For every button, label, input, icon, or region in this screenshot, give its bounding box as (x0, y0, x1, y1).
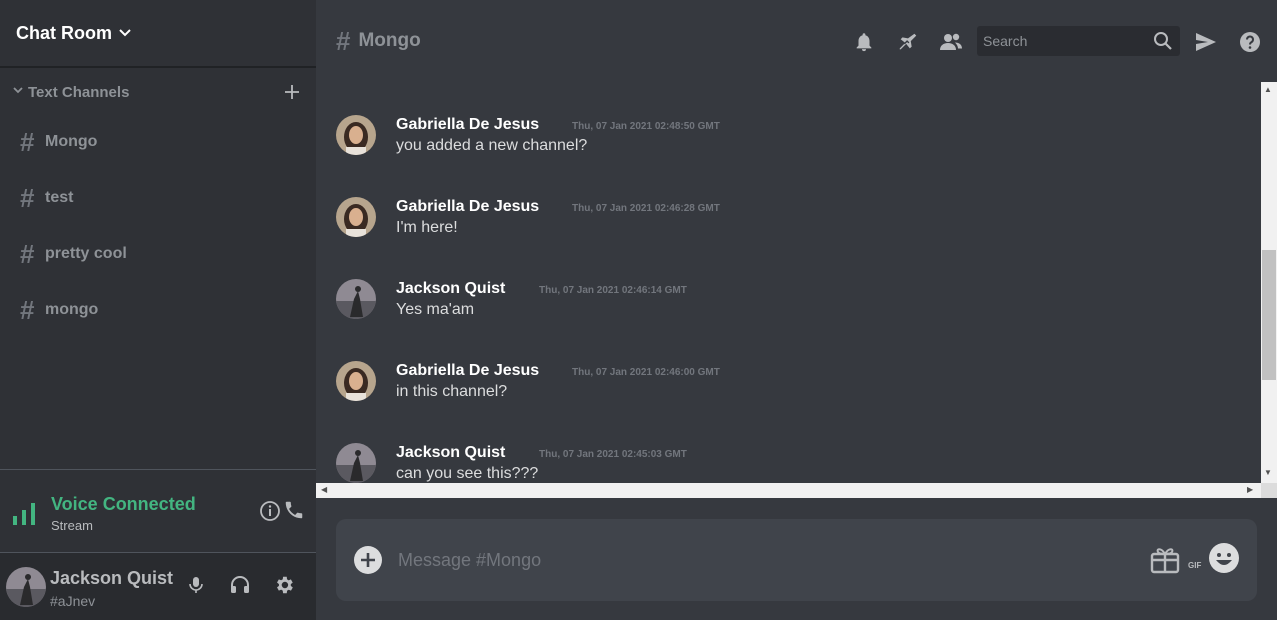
bell-icon[interactable] (851, 29, 877, 55)
gif-button[interactable]: GIF (1188, 561, 1201, 570)
channel-item-mongo-lower[interactable]: # mongo (0, 290, 316, 330)
search-box (977, 26, 1180, 56)
page-title: Mongo (358, 30, 421, 51)
message-author[interactable]: Jackson Quist (396, 280, 505, 298)
message-item: Gabriella De Jesus Thu, 07 Jan 2021 02:4… (336, 115, 1236, 175)
hash-icon: # (336, 26, 351, 56)
category-label: Text Channels (28, 83, 130, 101)
server-header[interactable]: Chat Room (0, 0, 316, 68)
hash-icon: # (20, 127, 35, 157)
help-icon[interactable] (1237, 29, 1263, 55)
message-text: in this channel? (396, 383, 508, 400)
username: Jackson Quist (50, 568, 174, 588)
send-icon[interactable] (1193, 29, 1219, 55)
gear-icon[interactable] (272, 573, 296, 597)
message-list[interactable]: Gabriella De Jesus Thu, 07 Jan 2021 02:4… (316, 82, 1261, 483)
channel-header: # Mongo (316, 0, 1277, 82)
message-timestamp: Thu, 07 Jan 2021 02:46:28 GMT (572, 203, 720, 214)
scroll-right-arrow-icon[interactable]: ▶ (1247, 486, 1253, 494)
message-author[interactable]: Gabriella De Jesus (396, 116, 539, 134)
voice-subtitle: Stream (51, 518, 93, 533)
message-author[interactable]: Gabriella De Jesus (396, 362, 539, 380)
category-text-channels[interactable]: Text Channels (0, 80, 316, 104)
chevron-down-icon[interactable] (12, 83, 24, 101)
channel-item-mongo[interactable]: # Mongo (0, 122, 316, 162)
message-text: Yes ma'am (396, 301, 475, 318)
avatar[interactable] (336, 443, 376, 483)
channel-item-pretty-cool[interactable]: # pretty cool (0, 234, 316, 274)
channel-name: pretty cool (45, 245, 127, 262)
headphones-icon[interactable] (228, 573, 252, 597)
voice-panel: Voice Connected Stream (0, 469, 316, 553)
horizontal-scrollbar[interactable] (316, 483, 1261, 498)
message-item: Gabriella De Jesus Thu, 07 Jan 2021 02:4… (336, 197, 1236, 257)
channel-name: Mongo (45, 133, 98, 150)
message-timestamp: Thu, 07 Jan 2021 02:48:50 GMT (572, 121, 720, 132)
avatar[interactable] (336, 279, 376, 319)
search-input[interactable] (977, 26, 1147, 56)
scroll-left-arrow-icon[interactable]: ◀ (321, 486, 327, 494)
chevron-down-icon[interactable] (118, 26, 132, 40)
scroll-down-arrow-icon[interactable]: ▼ (1264, 469, 1272, 477)
avatar[interactable] (336, 197, 376, 237)
add-attachment-icon[interactable] (353, 545, 383, 575)
scrollbar-thumb[interactable] (1262, 250, 1276, 380)
members-icon[interactable] (938, 29, 964, 55)
voice-status: Voice Connected (51, 494, 196, 514)
scroll-up-arrow-icon[interactable]: ▲ (1264, 86, 1272, 94)
message-author[interactable]: Jackson Quist (396, 444, 505, 462)
message-timestamp: Thu, 07 Jan 2021 02:46:00 GMT (572, 367, 720, 378)
channel-name: test (45, 189, 74, 206)
disconnect-phone-icon[interactable] (283, 499, 305, 526)
sidebar: Chat Room Text Channels # Mongo # test #… (0, 0, 316, 620)
emoji-icon[interactable] (1208, 542, 1240, 579)
message-composer: GIF (336, 519, 1257, 601)
info-icon[interactable] (259, 500, 281, 527)
message-item: Gabriella De Jesus Thu, 07 Jan 2021 02:4… (336, 361, 1236, 421)
channel-title: # Mongo (336, 28, 421, 54)
signal-icon (12, 500, 38, 531)
hash-icon: # (20, 239, 35, 269)
message-timestamp: Thu, 07 Jan 2021 02:46:14 GMT (539, 285, 687, 296)
message-author[interactable]: Gabriella De Jesus (396, 198, 539, 216)
user-panel: Jackson Quist #aJnev (0, 553, 316, 620)
user-tag: #aJnev (50, 593, 96, 609)
message-item: Jackson Quist Thu, 07 Jan 2021 02:45:03 … (336, 443, 1236, 483)
message-text: can you see this??? (396, 465, 539, 482)
hash-icon: # (20, 295, 35, 325)
channel-item-test[interactable]: # test (0, 178, 316, 218)
message-input[interactable] (398, 545, 1118, 575)
avatar[interactable] (6, 567, 46, 607)
search-icon[interactable] (1152, 30, 1174, 57)
add-channel-icon[interactable] (282, 80, 302, 104)
message-item: Jackson Quist Thu, 07 Jan 2021 02:46:14 … (336, 279, 1236, 339)
server-name: Chat Room (16, 22, 112, 43)
message-timestamp: Thu, 07 Jan 2021 02:45:03 GMT (539, 449, 687, 460)
message-text: you added a new channel? (396, 137, 588, 154)
message-text: I'm here! (396, 219, 458, 236)
avatar[interactable] (336, 361, 376, 401)
scrollbar-corner (1261, 483, 1277, 498)
microphone-icon[interactable] (184, 573, 208, 597)
hash-icon: # (20, 183, 35, 213)
avatar[interactable] (336, 115, 376, 155)
channel-name: mongo (45, 301, 99, 318)
pin-icon[interactable] (895, 29, 921, 55)
gift-icon[interactable] (1149, 543, 1181, 580)
